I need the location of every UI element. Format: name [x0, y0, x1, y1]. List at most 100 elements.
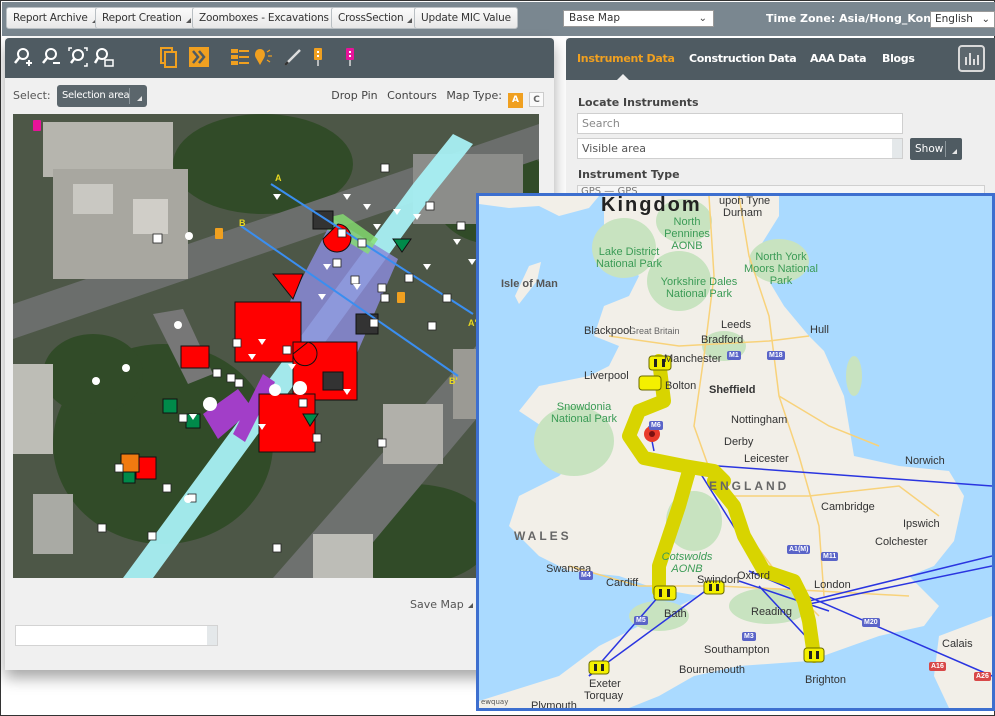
zoomboxes-button[interactable]: Zoomboxes - Excavations — [192, 7, 345, 29]
city-label: Blackpool — [584, 325, 632, 337]
dropdown-arrow-icon — [892, 139, 902, 158]
instrument-search-input[interactable]: Search — [577, 113, 903, 134]
section-label-b: B — [239, 218, 246, 228]
road-shield: M18 — [767, 351, 785, 360]
time-zone-label: Time Zone: Asia/Hong_Kong — [766, 12, 939, 25]
zoom-extent-icon[interactable] — [67, 46, 89, 68]
language-select[interactable]: English ⌄ — [930, 11, 995, 28]
select-row: Select: Selection area Drop Pin Contours… — [5, 82, 554, 108]
bulb-icon[interactable] — [251, 46, 273, 68]
park-label: Snowdonia National Park — [550, 401, 618, 425]
crosssection-button[interactable]: CrossSection — [331, 7, 420, 29]
uk-map-canvas — [479, 196, 992, 708]
magenta-pin-icon[interactable] — [339, 46, 361, 68]
region-label-england: ENGLAND — [709, 479, 790, 493]
menu-caret-icon — [467, 603, 473, 608]
update-mic-value-button[interactable]: Update MIC Value — [414, 7, 518, 29]
pencil-icon[interactable] — [282, 46, 304, 68]
update-mic-value-label: Update MIC Value — [421, 12, 511, 24]
road-shield: A26 — [974, 672, 991, 681]
site-map-canvas: A A' B B' — [13, 114, 539, 578]
city-label: Reading — [751, 606, 792, 618]
city-label: Bournemouth — [679, 664, 746, 676]
city-label: Isle of Man — [501, 278, 558, 290]
orange-marker — [120, 453, 140, 473]
city-label: Plymouth — [531, 700, 577, 711]
layers-icon[interactable] — [158, 46, 180, 68]
show-label: Show — [915, 143, 944, 155]
language-value: English — [935, 13, 973, 25]
chevrons-icon[interactable] — [188, 46, 210, 68]
city-label: Hull — [810, 324, 829, 336]
land-north — [479, 196, 599, 216]
report-creation-label: Report Creation — [102, 12, 182, 24]
city-label: Brighton — [805, 674, 846, 686]
city-label: Swindon — [697, 574, 740, 586]
city-label: Leicester — [744, 453, 789, 465]
city-label: Exeter — [589, 678, 621, 690]
city-label: Liverpool — [584, 370, 629, 382]
road-shield: A16 — [929, 662, 946, 671]
map-type-c-button[interactable]: C — [529, 92, 544, 107]
zoomboxes-label: Zoomboxes - Excavations — [199, 12, 329, 24]
area-select[interactable]: Visible area — [577, 138, 903, 159]
section-label-b-prime: B' — [449, 376, 458, 386]
contours-link[interactable]: Contours — [387, 89, 437, 102]
report-archive-label: Report Archive — [13, 12, 88, 24]
zoom-out-icon[interactable] — [41, 46, 63, 68]
map-toolbar — [5, 38, 554, 78]
menu-caret-icon — [952, 149, 957, 154]
drop-pin-link[interactable]: Drop Pin — [331, 89, 377, 102]
uk-route-map[interactable]: Kingdom WALES ENGLAND upon Tyne Durham L… — [476, 193, 995, 711]
city-label: Bradford — [701, 334, 744, 346]
zoom-in-icon[interactable] — [13, 46, 35, 68]
park-label: Yorkshire Dales National Park — [660, 276, 738, 300]
menu-caret-icon — [185, 18, 191, 23]
city-label: Derby — [724, 436, 754, 448]
city-label: Leeds — [721, 319, 751, 331]
city-label: Great Britain — [629, 326, 680, 336]
tab-aaa-data[interactable]: AAA Data — [810, 52, 867, 65]
divider — [945, 141, 946, 157]
road-shield: M3 — [742, 632, 756, 641]
report-creation-button[interactable]: Report Creation — [95, 7, 198, 29]
save-map-button[interactable]: Save Map — [410, 598, 473, 611]
site-map-view[interactable]: A A' B B' — [13, 114, 539, 578]
saved-map-select[interactable] — [15, 625, 218, 646]
city-label: London — [814, 579, 851, 591]
orange-pin-icon[interactable] — [307, 46, 329, 68]
active-tab-indicator — [616, 74, 630, 81]
selection-area-dropdown[interactable]: Selection area — [57, 85, 147, 107]
map-panel: Select: Selection area Drop Pin Contours… — [5, 38, 554, 670]
map-type-a-button[interactable]: A — [508, 93, 523, 108]
city-label: Cambridge — [821, 501, 875, 513]
park-label: Lake District National Park — [595, 246, 663, 270]
road-shield: M1 — [727, 351, 741, 360]
road-shield: M6 — [649, 421, 663, 430]
road-shield: M5 — [634, 616, 648, 625]
base-map-select[interactable]: Base Map ⌄ — [563, 10, 714, 27]
area-select-value: Visible area — [582, 142, 646, 155]
show-button[interactable]: Show — [910, 138, 962, 160]
city-label: Ipswich — [903, 518, 940, 530]
road-shield: M20 — [862, 618, 880, 627]
tab-construction-data[interactable]: Construction Data — [689, 52, 797, 65]
map-attribution: ewquay — [481, 698, 509, 706]
legend-icon[interactable] — [229, 46, 251, 68]
city-label: Manchester — [664, 353, 722, 365]
park-label: North Pennines AONB — [664, 216, 710, 252]
current-location-dot — [649, 431, 655, 437]
city-label: Cardiff — [606, 577, 639, 589]
instrument-type-title: Instrument Type — [578, 168, 680, 181]
tab-blogs[interactable]: Blogs — [882, 52, 915, 65]
crosssection-label: CrossSection — [338, 12, 404, 24]
park-label: Cotswolds AONB — [661, 551, 713, 575]
city-label: Sheffield — [709, 384, 756, 396]
zoom-box-icon[interactable] — [93, 46, 115, 68]
city-label: Torquay — [584, 690, 624, 702]
selection-area-value: Selection area — [62, 90, 130, 101]
tab-instrument-data[interactable]: Instrument Data — [577, 52, 675, 65]
chart-icon[interactable] — [958, 45, 985, 72]
base-map-value: Base Map — [569, 12, 621, 24]
report-archive-button[interactable]: Report Archive — [6, 7, 104, 29]
